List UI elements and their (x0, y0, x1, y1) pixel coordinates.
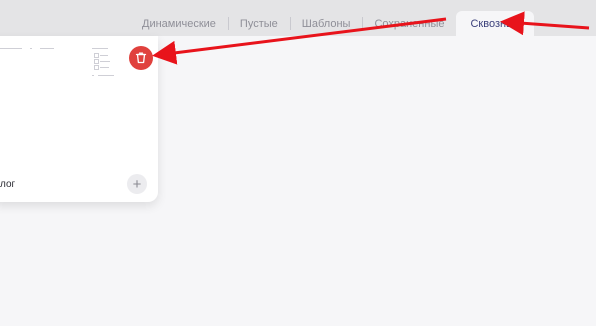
tab-templates[interactable]: Шаблоны (289, 11, 363, 36)
tab-bar: Динамические Пустые Шаблоны Сохраненные … (130, 11, 535, 36)
tab-dynamic[interactable]: Динамические (130, 11, 228, 36)
tab-empty[interactable]: Пустые (227, 11, 290, 36)
add-button[interactable]: + (127, 174, 147, 194)
template-card[interactable]: лог + (0, 36, 158, 202)
tab-saved[interactable]: Сохраненные (362, 11, 456, 36)
tab-end-to-end[interactable]: Сквозные (456, 11, 535, 36)
plus-icon: + (132, 175, 142, 193)
top-bar: Динамические Пустые Шаблоны Сохраненные … (0, 0, 596, 36)
card-label: лог (0, 179, 16, 190)
trash-icon (135, 52, 147, 64)
delete-button[interactable] (129, 46, 153, 70)
